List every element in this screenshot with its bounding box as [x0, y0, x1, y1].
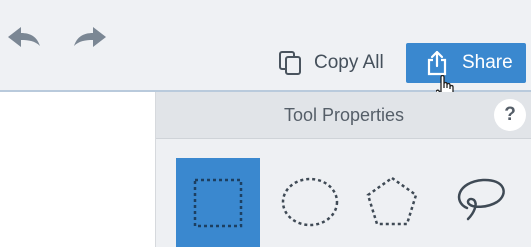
- help-button[interactable]: ?: [494, 99, 526, 131]
- share-button[interactable]: Share: [406, 43, 526, 83]
- share-upload-icon: [427, 50, 447, 76]
- tool-properties-panel: Tool Properties ?: [155, 92, 531, 247]
- share-label: Share: [462, 52, 513, 73]
- redo-button[interactable]: [70, 20, 110, 56]
- dashed-pentagon-icon: [366, 176, 418, 226]
- undo-arrow-icon: [8, 27, 40, 47]
- ellipse-selection-tool[interactable]: [268, 158, 352, 242]
- copy-all-button[interactable]: Copy All: [270, 44, 398, 82]
- copy-all-label: Copy All: [314, 52, 384, 73]
- dashed-ellipse-icon: [281, 177, 339, 227]
- lasso-icon: [457, 178, 505, 221]
- tool-properties-title: Tool Properties: [283, 105, 405, 125]
- polygon-selection-tool[interactable]: [350, 158, 434, 242]
- undo-button[interactable]: [4, 20, 44, 56]
- dashed-rectangle-icon: [193, 178, 243, 228]
- redo-arrow-icon: [74, 27, 106, 47]
- lasso-selection-tool[interactable]: [439, 158, 523, 242]
- rectangle-selection-tool[interactable]: [176, 158, 260, 247]
- copy-icon: [279, 51, 301, 75]
- canvas-area: [0, 92, 155, 247]
- tool-properties-header: Tool Properties ?: [156, 92, 531, 139]
